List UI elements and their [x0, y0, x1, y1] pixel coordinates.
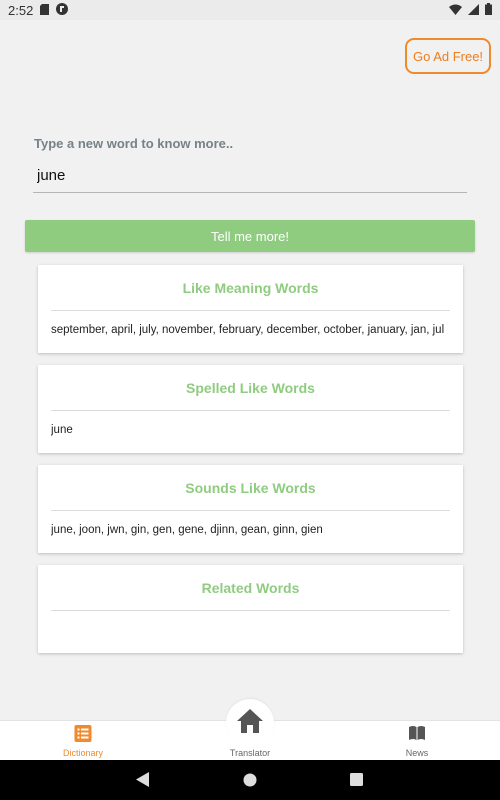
list-icon — [74, 725, 92, 744]
bottom-nav: Dictionary Translator News — [0, 699, 500, 761]
app-content: Go Ad Free! Type a new word to know more… — [0, 20, 500, 720]
signal-icon — [468, 3, 479, 18]
sd-card-icon — [40, 3, 50, 18]
system-nav-bar — [0, 760, 500, 800]
home-circle-icon[interactable] — [243, 773, 257, 792]
card-title: Spelled Like Words — [51, 365, 450, 411]
app-notification-icon — [56, 2, 69, 18]
recents-icon[interactable] — [350, 773, 363, 791]
nav-item-news[interactable]: News — [357, 721, 477, 761]
back-icon[interactable] — [136, 772, 150, 792]
card-words: june, joon, jwn, gin, gen, gene, djinn, … — [51, 524, 323, 536]
status-right — [449, 2, 492, 18]
sounds-like-card: Sounds Like Words june, joon, jwn, gin, … — [38, 465, 463, 553]
card-title: Related Words — [51, 565, 450, 611]
card-title: Like Meaning Words — [51, 265, 450, 311]
tell-me-more-button[interactable]: Tell me more! — [25, 220, 475, 252]
card-words: june — [51, 424, 73, 436]
nav-label: Translator — [229, 748, 271, 758]
spelled-like-card: Spelled Like Words june — [38, 365, 463, 453]
battery-icon — [485, 2, 492, 18]
card-title: Sounds Like Words — [51, 465, 450, 511]
card-words — [51, 611, 450, 624]
nav-item-translator[interactable]: Translator — [190, 721, 310, 761]
wifi-icon — [449, 3, 462, 18]
nav-label: Dictionary — [62, 748, 103, 758]
go-ad-free-button[interactable]: Go Ad Free! — [405, 38, 491, 74]
status-left: 2:52 — [8, 2, 69, 18]
nav-item-dictionary[interactable]: Dictionary — [23, 721, 143, 761]
word-input-label: Type a new word to know more.. — [34, 136, 234, 151]
status-bar: 2:52 — [0, 0, 500, 20]
nav-label: News — [405, 748, 429, 758]
like-meaning-card: Like Meaning Words september, april, jul… — [38, 265, 463, 353]
related-words-card: Related Words — [38, 565, 463, 653]
book-icon — [408, 725, 426, 743]
word-input[interactable] — [33, 159, 467, 193]
status-time: 2:52 — [8, 2, 34, 18]
card-words: september, april, july, november, februa… — [51, 324, 445, 336]
